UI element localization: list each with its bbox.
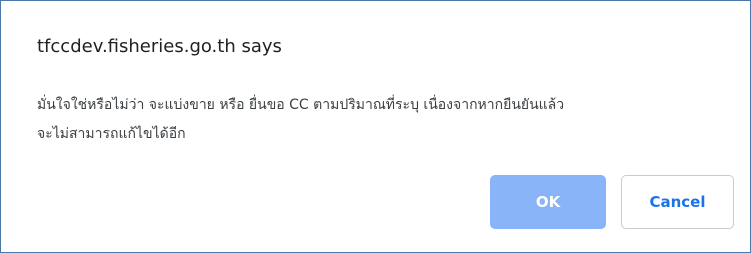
- dialog-message: มั่นใจใช่หรือไม่ว่า จะแบ่งขาย หรือ ยื่นข…: [37, 91, 737, 149]
- dialog-message-line-2: จะไม่สามารถแก้ไขได้อีก: [37, 126, 186, 142]
- dialog-message-line-1: มั่นใจใช่หรือไม่ว่า จะแบ่งขาย หรือ ยื่นข…: [37, 97, 565, 113]
- confirm-dialog: tfccdev.fisheries.go.th says มั่นใจใช่หร…: [0, 0, 751, 253]
- dialog-title: tfccdev.fisheries.go.th says: [37, 36, 282, 57]
- ok-button[interactable]: OK: [490, 175, 606, 229]
- cancel-button[interactable]: Cancel: [621, 175, 734, 229]
